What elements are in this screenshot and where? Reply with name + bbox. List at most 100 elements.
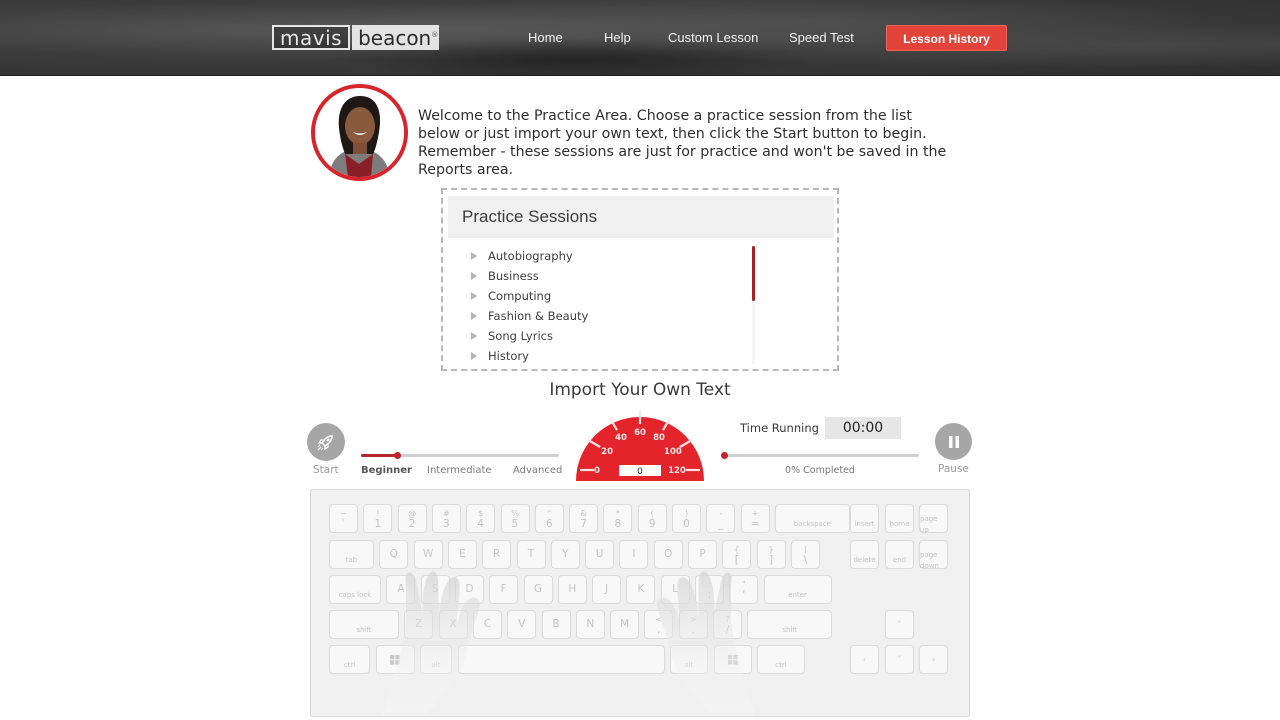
- level-beginner[interactable]: Beginner: [361, 465, 412, 476]
- key-g[interactable]: G: [523, 575, 553, 604]
- key-3[interactable]: #3: [431, 504, 461, 533]
- key--[interactable]: - _: [706, 504, 736, 533]
- key-x[interactable]: X: [438, 610, 468, 639]
- key-1[interactable]: ! 1: [363, 504, 393, 533]
- sessions-scrollbar-thumb[interactable]: [752, 246, 755, 301]
- key--[interactable]: ~ `: [329, 504, 358, 533]
- key-arrow-up[interactable]: ˄: [885, 610, 914, 639]
- key--[interactable]: :;: [695, 575, 724, 604]
- key-delete[interactable]: delete: [850, 540, 879, 569]
- session-label: History: [488, 349, 529, 363]
- key-2[interactable]: @2: [397, 504, 427, 533]
- key--[interactable]: <,: [644, 610, 674, 639]
- key-p[interactable]: P: [688, 540, 717, 569]
- logo-beacon-word: beacon: [358, 25, 432, 50]
- key-windows-icon[interactable]: [713, 645, 752, 674]
- start-button[interactable]: [307, 423, 345, 461]
- key-v[interactable]: V: [507, 610, 537, 639]
- session-item-business[interactable]: Business: [471, 266, 539, 286]
- key-page-up[interactable]: page up: [919, 504, 948, 534]
- key-l[interactable]: L: [660, 575, 690, 604]
- key-insert[interactable]: insert: [850, 504, 879, 533]
- key-6[interactable]: ^ 6: [534, 504, 564, 533]
- pause-button[interactable]: [935, 423, 972, 460]
- top-header: mavis beacon ® Home Help Custom Lesson S…: [0, 0, 1280, 76]
- key-page-down[interactable]: page down: [919, 540, 948, 570]
- key-4[interactable]: $4: [466, 504, 496, 533]
- key-c[interactable]: C: [472, 610, 502, 639]
- nav-help[interactable]: Help: [604, 25, 631, 51]
- key-r[interactable]: R: [482, 540, 512, 569]
- key--[interactable]: {[: [722, 540, 752, 569]
- nav-custom-lesson[interactable]: Custom Lesson: [668, 25, 758, 51]
- nav-speed-test[interactable]: Speed Test: [789, 25, 854, 51]
- progress-label: 0% Completed: [785, 465, 855, 476]
- level-advanced[interactable]: Advanced: [513, 465, 562, 476]
- key-alt[interactable]: alt: [670, 645, 708, 674]
- welcome-message: Welcome to the Practice Area. Choose a p…: [418, 108, 947, 178]
- key--[interactable]: ? /: [713, 610, 742, 639]
- key-arrow-left[interactable]: ‹: [850, 645, 879, 674]
- key-d[interactable]: D: [454, 575, 484, 604]
- key-alt[interactable]: alt: [420, 645, 452, 674]
- key-arrow-right[interactable]: ›: [919, 645, 948, 674]
- key-y[interactable]: Y: [550, 540, 580, 569]
- key--[interactable]: " ': [729, 575, 759, 604]
- mavis-beacon-logo[interactable]: mavis beacon ®: [272, 25, 440, 50]
- nav-home[interactable]: Home: [528, 25, 563, 51]
- level-intermediate[interactable]: Intermediate: [427, 465, 492, 476]
- key-9[interactable]: (9: [637, 504, 667, 533]
- key--[interactable]: | \: [790, 540, 820, 569]
- key-7[interactable]: & 7: [569, 504, 599, 533]
- key-s[interactable]: S: [420, 575, 450, 604]
- key-w[interactable]: W: [413, 540, 443, 569]
- lesson-history-button[interactable]: Lesson History: [886, 25, 1007, 51]
- key-n[interactable]: N: [575, 610, 605, 639]
- session-item-autobiography[interactable]: Autobiography: [471, 246, 573, 266]
- key-e[interactable]: E: [447, 540, 477, 569]
- key-z[interactable]: Z: [404, 610, 434, 639]
- key-shift[interactable]: shift: [747, 610, 833, 639]
- key-a[interactable]: A: [386, 575, 416, 604]
- arrow-glyph: ›: [931, 655, 936, 664]
- key-m[interactable]: M: [610, 610, 640, 639]
- key-enter[interactable]: enter: [763, 575, 832, 604]
- key-f[interactable]: F: [489, 575, 519, 604]
- key-caps-lock[interactable]: caps lock: [329, 575, 381, 604]
- key-home[interactable]: home: [885, 504, 914, 533]
- key-b[interactable]: B: [541, 610, 571, 639]
- key-8[interactable]: * 8: [603, 504, 633, 533]
- level-slider-knob[interactable]: [393, 452, 401, 459]
- key-o[interactable]: O: [653, 540, 683, 569]
- key-letter: C: [483, 618, 492, 630]
- session-item-computing[interactable]: Computing: [471, 286, 551, 306]
- key-arrow-down[interactable]: ˅: [885, 645, 914, 674]
- key-shift-symbol: ): [684, 508, 689, 518]
- import-own-text-link[interactable]: Import Your Own Text: [0, 380, 1280, 400]
- key-end[interactable]: end: [885, 540, 914, 569]
- key-5[interactable]: % 5: [500, 504, 530, 533]
- key-u[interactable]: U: [585, 540, 615, 569]
- key-ctrl[interactable]: ctrl: [329, 645, 370, 674]
- key--[interactable]: }]: [756, 540, 786, 569]
- key-ctrl[interactable]: ctrl: [757, 645, 805, 674]
- key-k[interactable]: K: [626, 575, 656, 604]
- key-0[interactable]: ) 0: [672, 504, 701, 533]
- session-item-history[interactable]: History: [471, 346, 529, 366]
- key--[interactable]: + =: [740, 504, 770, 533]
- key-backspace[interactable]: backspace: [774, 504, 850, 533]
- key-spacebar[interactable]: [457, 645, 665, 674]
- session-item-fashion-beauty[interactable]: Fashion & Beauty: [471, 306, 588, 326]
- key-t[interactable]: T: [516, 540, 546, 569]
- key-shift[interactable]: shift: [329, 610, 399, 639]
- progress-track: [723, 454, 919, 457]
- key-i[interactable]: I: [619, 540, 649, 569]
- key-h[interactable]: H: [557, 575, 587, 604]
- key-tab[interactable]: tab: [329, 540, 374, 569]
- key--[interactable]: >.: [678, 610, 708, 639]
- key-q[interactable]: Q: [379, 540, 409, 569]
- key-symbol: 3: [443, 517, 450, 530]
- key-j[interactable]: J: [592, 575, 622, 604]
- session-item-song-lyrics[interactable]: Song Lyrics: [471, 326, 553, 346]
- key-windows-icon[interactable]: [375, 645, 415, 674]
